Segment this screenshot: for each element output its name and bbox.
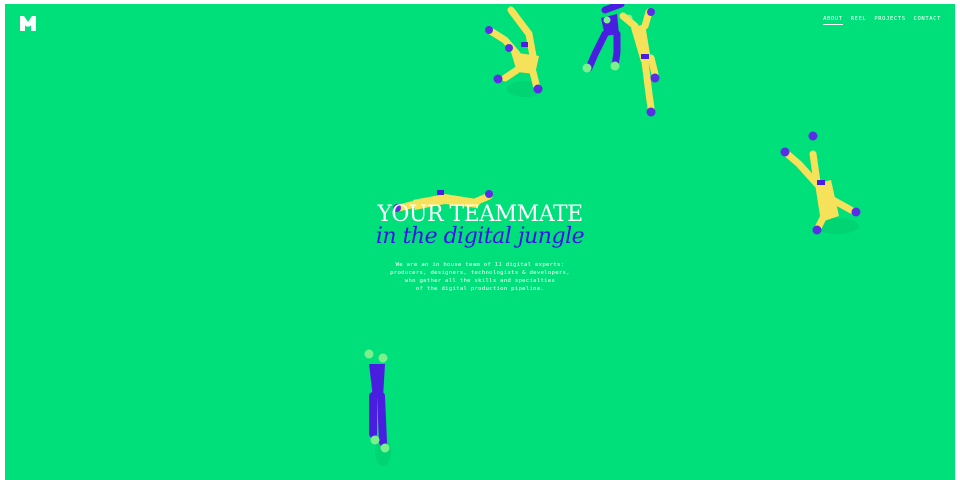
hero-description-line: We are an in house team of 11 digital ex… [395, 262, 565, 268]
hero-description-line: who gather all the skills and specialtie… [404, 278, 556, 284]
hero-description-line: producers, designers, technologists & de… [390, 270, 570, 276]
figure-yellow-right-top [619, 8, 660, 117]
hero-description: We are an in house team of 11 digital ex… [5, 261, 955, 293]
hero-stage: ABOUT REEL PROJECTS CONTACT YOUR TEAMMAT… [5, 4, 955, 480]
hero-description-line: of the digital production pipeline. [415, 286, 545, 292]
figure-yellow-top [485, 6, 543, 97]
hero-subtitle: in the digital jungle [375, 224, 585, 249]
figure-purple-bottom [364, 349, 391, 466]
hero-content: YOUR TEAMMATE in the digital jungle We a… [5, 203, 955, 293]
